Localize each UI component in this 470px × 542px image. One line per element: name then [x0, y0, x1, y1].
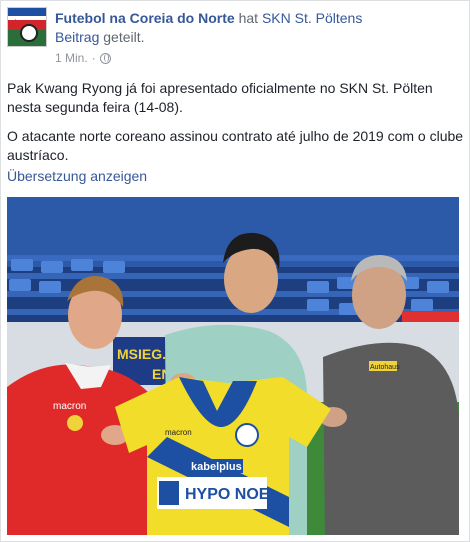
- post-meta: 1 Min. ·: [55, 51, 111, 65]
- jersey-brand: macron: [165, 428, 192, 437]
- jersey-sponsor2: kabelplus: [191, 461, 242, 473]
- jersey-sponsor: HYPO NOE: [185, 486, 270, 503]
- staff-badge: Autohaus: [370, 364, 400, 371]
- translate-link[interactable]: Übersetzung anzeigen: [7, 168, 147, 184]
- meta-separator: ·: [91, 51, 96, 65]
- football-icon: [20, 24, 38, 42]
- post-paragraph: Pak Kwang Ryong já foi apresentado ofici…: [7, 80, 433, 115]
- shared-suffix: geteilt.: [103, 29, 145, 45]
- post-time[interactable]: 1 Min.: [55, 51, 88, 65]
- shared-page-link[interactable]: SKN St. Pöltens: [262, 10, 362, 26]
- post-card: ★ Futebol na Coreia do Norte hat SKN St.…: [0, 0, 470, 542]
- post-header: ★ Futebol na Coreia do Norte hat SKN St.…: [7, 7, 465, 67]
- photo-illustration: MSIEG. EN macron Autohaus HYPO NOE kabel…: [7, 197, 459, 535]
- banner-text: MSIEG.: [117, 346, 166, 362]
- post-attribution: Futebol na Coreia do Norte hat SKN St. P…: [55, 9, 465, 47]
- shared-item-link[interactable]: Beitrag: [55, 29, 99, 45]
- post-paragraph: O atacante norte coreano assinou contrat…: [7, 128, 464, 163]
- star-icon: ★: [11, 18, 20, 29]
- left-shirt-brand: macron: [53, 401, 86, 412]
- page-name-link[interactable]: Futebol na Coreia do Norte: [55, 10, 235, 26]
- globe-icon[interactable]: [99, 52, 111, 64]
- page-avatar[interactable]: ★: [7, 7, 47, 47]
- post-body: Pak Kwang Ryong já foi apresentado ofici…: [7, 79, 465, 175]
- post-photo[interactable]: MSIEG. EN macron Autohaus HYPO NOE kabel…: [7, 197, 459, 535]
- action-text: hat: [238, 10, 259, 26]
